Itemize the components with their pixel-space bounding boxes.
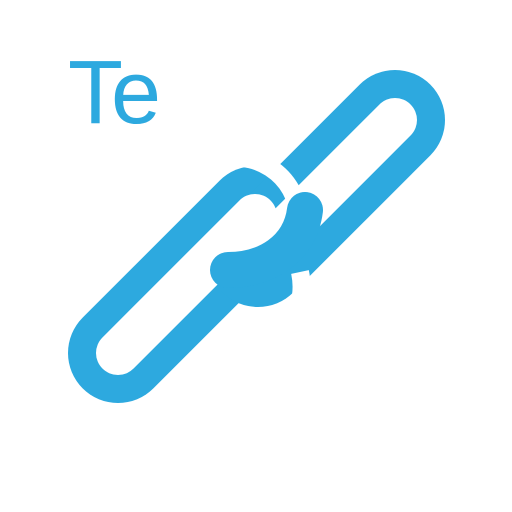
- app-icon: Te: [0, 0, 512, 512]
- badge-text: Te: [68, 43, 161, 143]
